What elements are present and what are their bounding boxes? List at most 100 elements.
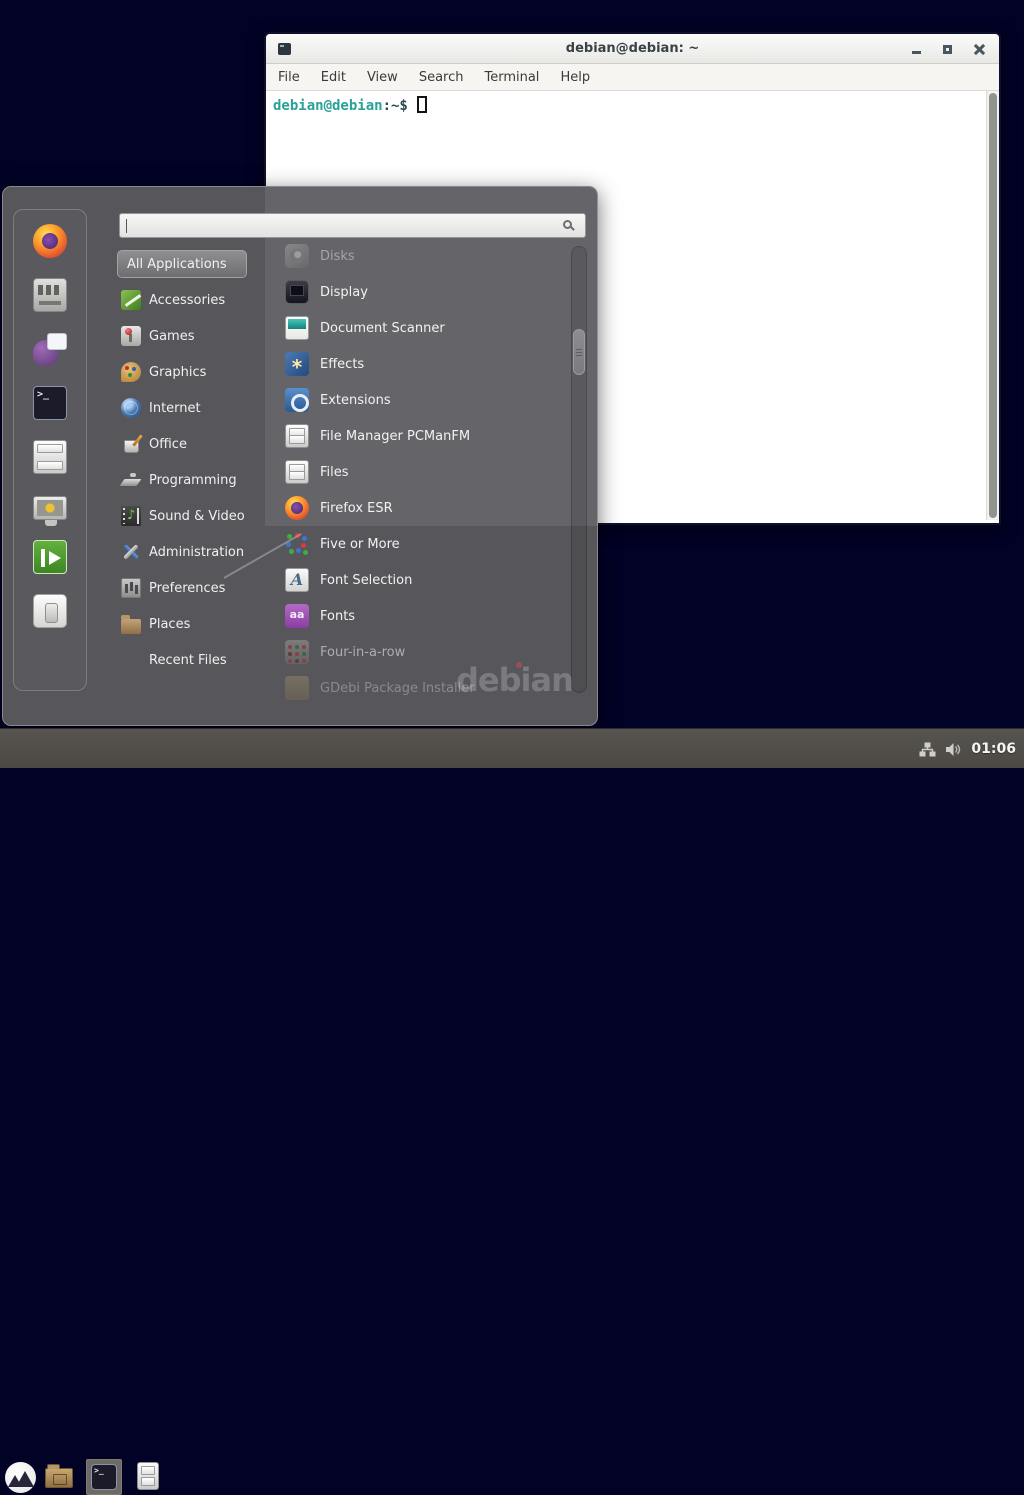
cabinet-icon <box>285 460 309 484</box>
clock[interactable]: 01:06 <box>971 741 1016 757</box>
menu-scrollbar[interactable] <box>571 246 587 693</box>
fonts-icon: aa <box>285 604 309 628</box>
office-icon <box>121 434 141 454</box>
firefox-icon <box>285 496 309 520</box>
scanner-icon <box>285 316 309 340</box>
category-administration[interactable]: Administration <box>117 538 269 566</box>
pidgin-icon[interactable] <box>33 332 67 366</box>
desktop: debian@debian: ~ File Edit View Search Termi… <box>0 0 1024 768</box>
terminal-prompt: debian@debian:~$ <box>273 96 427 114</box>
software-icon[interactable] <box>33 278 67 312</box>
app-extensions[interactable]: Extensions <box>285 386 569 414</box>
app-display[interactable]: Display <box>285 278 569 306</box>
graphics-icon <box>121 362 141 382</box>
terminal-titlebar[interactable]: debian@debian: ~ <box>266 34 999 64</box>
app-label: File Manager PCManFM <box>320 429 470 444</box>
file-manager-taskbar-icon[interactable] <box>45 1468 73 1488</box>
app-label: Five or More <box>320 537 400 552</box>
places-icon <box>121 619 141 634</box>
terminal-title: debian@debian: ~ <box>566 41 699 56</box>
lock-screen-icon[interactable] <box>33 496 67 520</box>
menu-button[interactable] <box>5 1462 36 1493</box>
app-disks[interactable]: Disks <box>285 242 569 270</box>
file-manager-icon[interactable] <box>33 440 67 474</box>
logout-icon[interactable] <box>33 540 67 574</box>
programming-icon <box>121 470 141 490</box>
cabinet-icon <box>285 424 309 448</box>
terminal-cursor <box>417 96 427 113</box>
category-label: Preferences <box>149 581 225 596</box>
close-button[interactable] <box>974 44 985 55</box>
app-label: Four-in-a-row <box>320 645 405 660</box>
terminal-icon[interactable] <box>33 386 67 420</box>
application-list: Disks Display Document Scanner *Effects Exte… <box>285 242 569 702</box>
network-icon[interactable] <box>919 742 936 757</box>
category-places[interactable]: Places <box>117 610 269 638</box>
category-internet[interactable]: Internet <box>117 394 269 422</box>
fontsel-icon: A <box>285 568 309 592</box>
category-office[interactable]: Office <box>117 430 269 458</box>
app-label: Disks <box>320 249 355 264</box>
category-games[interactable]: Games <box>117 322 269 350</box>
category-label: Graphics <box>149 365 206 380</box>
menu-scrollbar-thumb[interactable] <box>573 329 585 375</box>
category-sound-video[interactable]: Sound & Video <box>117 502 269 530</box>
maximize-button[interactable] <box>943 45 952 54</box>
app-document-scanner[interactable]: Document Scanner <box>285 314 569 342</box>
admin-icon <box>121 542 141 562</box>
app-label: GDebi Package Installer <box>320 681 475 696</box>
app-four-in-a-row[interactable]: Four-in-a-row <box>285 638 569 666</box>
category-label: Office <box>149 437 187 452</box>
terminal-icon <box>91 1464 117 1490</box>
taskbar: 01:06 <box>0 728 1024 768</box>
application-menu: All Applications Accessories Games Graphics… <box>2 186 598 726</box>
terminal-menu-view[interactable]: View <box>367 70 398 85</box>
preferences-icon <box>121 578 141 598</box>
terminal-taskbar-button[interactable] <box>86 1459 122 1495</box>
display-icon <box>285 280 309 304</box>
firefox-icon[interactable] <box>33 224 67 258</box>
app-files[interactable]: Files <box>285 458 569 486</box>
category-graphics[interactable]: Graphics <box>117 358 269 386</box>
category-all-applications[interactable]: All Applications <box>117 250 247 278</box>
search-input[interactable] <box>120 214 585 237</box>
terminal-menu-terminal[interactable]: Terminal <box>484 70 539 85</box>
category-label: Internet <box>149 401 201 416</box>
terminal-menu-file[interactable]: File <box>278 70 300 85</box>
app-label: Files <box>320 465 349 480</box>
terminal-scrollbar[interactable] <box>986 91 999 520</box>
app-fonts[interactable]: aaFonts <box>285 602 569 630</box>
terminal-window-icon <box>278 43 291 55</box>
category-label: Accessories <box>149 293 225 308</box>
prompt-path: :~$ <box>383 98 408 114</box>
volume-icon[interactable] <box>945 742 962 757</box>
category-label: Sound & Video <box>149 509 245 524</box>
search-box[interactable] <box>119 213 586 238</box>
category-list: All Applications Accessories Games Graphics… <box>117 250 269 674</box>
minimize-button[interactable] <box>912 51 921 54</box>
extensions-icon <box>285 388 309 412</box>
app-gdebi-package-installer[interactable]: GDebi Package Installer <box>285 674 569 702</box>
terminal-menu-search[interactable]: Search <box>419 70 464 85</box>
app-file-manager-pcmanfm[interactable]: File Manager PCManFM <box>285 422 569 450</box>
category-accessories[interactable]: Accessories <box>117 286 269 314</box>
terminal-menu-edit[interactable]: Edit <box>321 70 346 85</box>
app-five-or-more[interactable]: Five or More <box>285 530 569 558</box>
category-preferences[interactable]: Preferences <box>117 574 269 602</box>
category-programming[interactable]: Programming <box>117 466 269 494</box>
disks-icon <box>285 244 309 268</box>
app-effects[interactable]: *Effects <box>285 350 569 378</box>
category-label: Recent Files <box>149 653 227 668</box>
category-recent-files[interactable]: Recent Files <box>117 646 269 674</box>
app-label: Font Selection <box>320 573 412 588</box>
fourrow-icon <box>285 640 309 664</box>
app-firefox-esr[interactable]: Firefox ESR <box>285 494 569 522</box>
app-label: Effects <box>320 357 364 372</box>
shutdown-icon[interactable] <box>33 594 67 628</box>
files-taskbar-icon[interactable] <box>137 1462 159 1490</box>
internet-icon <box>121 398 141 418</box>
terminal-menu-help[interactable]: Help <box>560 70 590 85</box>
gdebi-icon <box>285 676 309 700</box>
app-font-selection[interactable]: A Font Selection <box>285 566 569 594</box>
terminal-scrollbar-thumb[interactable] <box>989 93 997 518</box>
